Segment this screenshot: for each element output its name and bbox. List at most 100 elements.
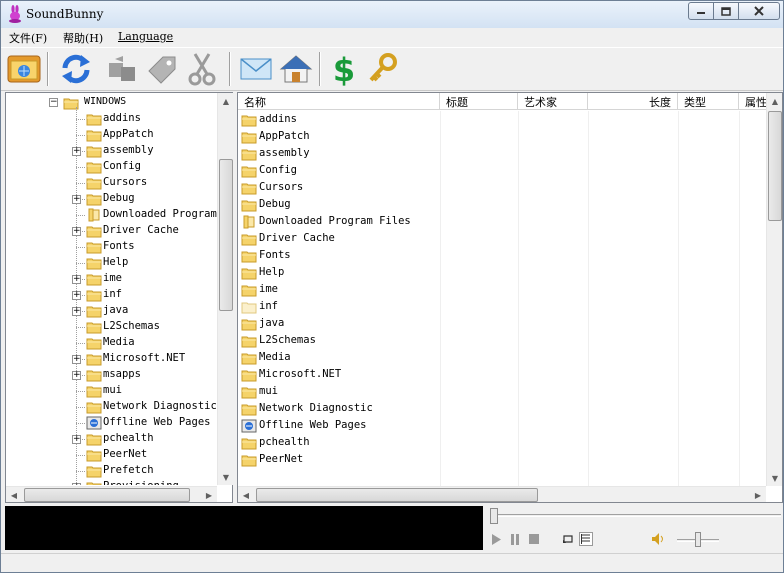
tag-button[interactable] [143,51,181,87]
folder-tree[interactable]: − WINDOWS addins AppPatch + assembly Config Cur… [5,92,233,503]
list-item[interactable]: PeerNet [238,451,766,468]
list-item[interactable]: Fonts [238,247,766,264]
menu-file[interactable]: 文件(F) [9,30,47,46]
open-folder-button[interactable] [5,51,43,87]
tree-item[interactable]: + Microsoft.NET [6,351,218,367]
list-item[interactable]: ime [238,281,766,298]
tree-item[interactable]: mui [6,383,218,399]
list-item[interactable]: assembly [238,145,766,162]
expand-toggle[interactable]: + [72,227,81,236]
column-type[interactable]: 类型 [678,93,739,109]
scroll-down-arrow[interactable]: ▼ [218,469,234,485]
list-vertical-scrollbar[interactable]: ▲ ▼ [766,93,782,486]
scroll-down-arrow[interactable]: ▼ [767,470,783,486]
scroll-up-arrow[interactable]: ▲ [767,93,783,109]
tree-item[interactable]: Config [6,159,218,175]
column-artist[interactable]: 艺术家 [518,93,588,109]
tree-item[interactable]: + java [6,303,218,319]
list-item[interactable]: Help [238,264,766,281]
collapse-toggle[interactable]: − [49,98,58,107]
close-button[interactable] [738,2,780,20]
expand-toggle[interactable]: + [72,147,81,156]
playlist-button[interactable] [579,532,593,546]
list-item[interactable]: Network Diagnostic [238,400,766,417]
list-item[interactable]: inf [238,298,766,315]
tree-item[interactable]: addins [6,111,218,127]
minimize-button[interactable] [688,2,714,20]
seek-track[interactable] [494,514,781,517]
tree-item[interactable]: Downloaded Program [6,207,218,223]
menu-help[interactable]: 帮助(H) [63,30,103,46]
column-name[interactable]: 名称 [238,93,440,109]
scroll-left-arrow[interactable]: ◀ [6,487,22,503]
tree-item[interactable]: Help [6,255,218,271]
tree-item[interactable]: Fonts [6,239,218,255]
list-horizontal-scrollbar[interactable]: ◀ ▶ [238,486,766,502]
expand-toggle[interactable]: + [72,371,81,380]
title-bar[interactable]: SoundBunny [1,1,783,28]
tree-item[interactable]: Prefetch [6,463,218,479]
list-item[interactable]: Config [238,162,766,179]
list-item[interactable]: AppPatch [238,128,766,145]
cut-button[interactable] [183,51,221,87]
tree-item[interactable]: + Debug [6,191,218,207]
tree-item[interactable]: + Provisioning [6,479,218,485]
file-list[interactable]: 名称 标题 艺术家 长度 类型 属性 addins AppPatch assembl… [237,92,783,503]
scroll-right-arrow[interactable]: ▶ [750,487,766,503]
expand-toggle[interactable]: + [72,307,81,316]
tree-item[interactable]: Offline Web Pages [6,415,218,431]
buy-button[interactable]: $ [325,51,363,87]
list-item[interactable]: pchealth [238,434,766,451]
list-item[interactable]: java [238,315,766,332]
email-button[interactable] [237,51,275,87]
tree-item[interactable]: + Driver Cache [6,223,218,239]
tree-item[interactable]: Media [6,335,218,351]
scroll-up-arrow[interactable]: ▲ [218,93,234,109]
list-item[interactable]: Driver Cache [238,230,766,247]
tree-horizontal-scrollbar[interactable]: ◀ ▶ [6,486,217,502]
tree-item-windows[interactable]: − WINDOWS [6,95,218,111]
list-item[interactable]: Offline Web Pages [238,417,766,434]
list-item[interactable]: Cursors [238,179,766,196]
scroll-left-arrow[interactable]: ◀ [238,487,254,503]
tree-item[interactable]: L2Schemas [6,319,218,335]
tree-item[interactable]: + assembly [6,143,218,159]
play-button[interactable] [489,532,503,546]
maximize-button[interactable] [713,2,739,20]
tree-scroll-thumb[interactable] [219,159,233,311]
expand-toggle[interactable]: + [72,195,81,204]
tree-hscroll-thumb[interactable] [24,488,190,502]
refresh-button[interactable] [57,51,95,87]
list-item[interactable]: mui [238,383,766,400]
expand-toggle[interactable]: + [72,355,81,364]
scroll-right-arrow[interactable]: ▶ [201,487,217,503]
tree-vertical-scrollbar[interactable]: ▲ ▼ [217,93,233,485]
volume-button[interactable] [651,532,665,546]
convert-button[interactable] [103,51,141,87]
menu-language[interactable]: Language [118,30,173,43]
expand-toggle[interactable]: + [72,483,81,485]
list-item[interactable]: Microsoft.NET [238,366,766,383]
expand-toggle[interactable]: + [72,275,81,284]
column-length[interactable]: 长度 [588,93,678,109]
list-item[interactable]: Media [238,349,766,366]
expand-toggle[interactable]: + [72,291,81,300]
column-attributes[interactable]: 属性 [739,93,769,109]
register-button[interactable] [363,51,401,87]
column-title[interactable]: 标题 [440,93,518,109]
list-item[interactable]: addins [238,111,766,128]
tree-item[interactable]: Cursors [6,175,218,191]
list-scroll-thumb[interactable] [768,111,782,221]
tree-item[interactable]: Network Diagnostic [6,399,218,415]
volume-slider-thumb[interactable] [695,532,701,547]
tree-item[interactable]: PeerNet [6,447,218,463]
list-item[interactable]: Downloaded Program Files [238,213,766,230]
list-item[interactable]: Debug [238,196,766,213]
seek-slider-thumb[interactable] [490,508,498,524]
list-item[interactable]: L2Schemas [238,332,766,349]
tree-item[interactable]: AppPatch [6,127,218,143]
repeat-button[interactable] [561,532,575,546]
stop-button[interactable] [527,532,541,546]
home-button[interactable] [277,51,315,87]
list-hscroll-thumb[interactable] [256,488,538,502]
